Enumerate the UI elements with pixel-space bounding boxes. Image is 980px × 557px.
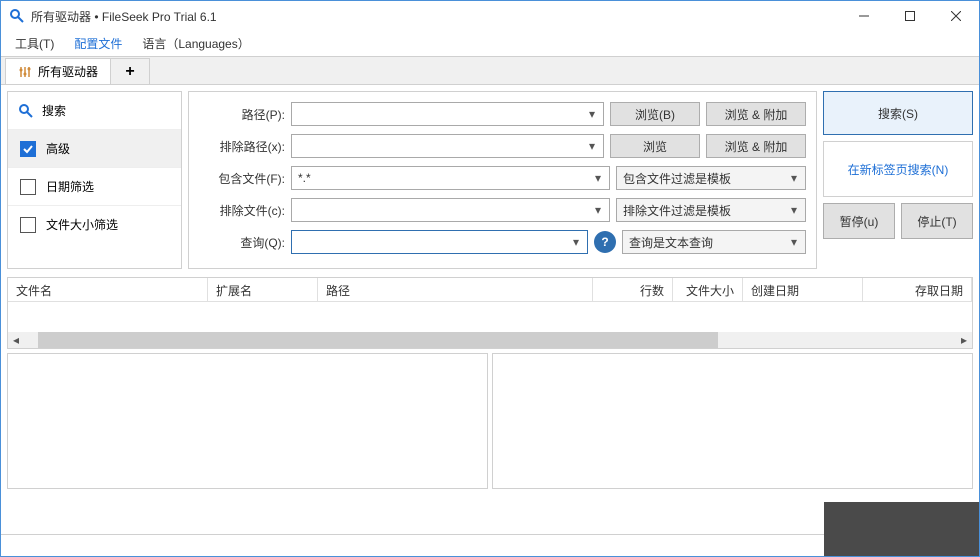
app-icon (9, 8, 25, 24)
sidebar-search-label: 搜索 (42, 102, 66, 119)
main-area: 搜索 高级 日期筛选 文件大小筛选 路径(P): ▾ 浏览(B) 浏览 & 附加 (1, 85, 979, 269)
close-button[interactable] (933, 1, 979, 31)
chevron-down-icon: ▾ (569, 235, 583, 249)
sidebar: 搜索 高级 日期筛选 文件大小筛选 (7, 91, 182, 269)
search-icon (18, 103, 34, 119)
results-header: 文件名 扩展名 路径 行数 文件大小 创建日期 存取日期 (8, 278, 972, 302)
title-bar: 所有驱动器 • FileSeek Pro Trial 6.1 (1, 1, 979, 31)
exclude-template-select[interactable]: 排除文件过滤是模板 ▾ (616, 198, 806, 222)
col-ext[interactable]: 扩展名 (208, 278, 318, 301)
window-controls (841, 1, 979, 31)
col-created[interactable]: 创建日期 (743, 278, 863, 301)
exclude-path-label: 排除路径(x): (199, 138, 285, 155)
query-label: 查询(Q): (199, 234, 285, 251)
stop-button[interactable]: 停止(T) (901, 203, 973, 239)
pause-button[interactable]: 暂停(u) (823, 203, 895, 239)
exclude-path-input[interactable]: ▾ (291, 134, 604, 158)
search-newtab-button[interactable]: 在新标签页搜索(N) (823, 141, 973, 197)
scroll-left-icon[interactable]: ◂ (8, 332, 24, 348)
horizontal-scrollbar[interactable]: ◂ ▸ (8, 332, 972, 348)
browse-path-button[interactable]: 浏览(B) (610, 102, 700, 126)
include-files-input[interactable]: *.* ▾ (291, 166, 610, 190)
scroll-right-icon[interactable]: ▸ (956, 332, 972, 348)
include-template-select[interactable]: 包含文件过滤是模板 ▾ (616, 166, 806, 190)
chevron-down-icon: ▾ (591, 203, 605, 217)
sidebar-item-datefilter[interactable]: 日期筛选 (8, 167, 181, 205)
chevron-down-icon: ▾ (787, 203, 801, 217)
menu-bar: 工具(T) 配置文件 语言（Languages） (1, 31, 979, 57)
search-button[interactable]: 搜索(S) (823, 91, 973, 135)
preview-pane-left (7, 353, 488, 489)
col-filename[interactable]: 文件名 (8, 278, 208, 301)
sidebar-item-sizefilter[interactable]: 文件大小筛选 (8, 205, 181, 243)
col-path[interactable]: 路径 (318, 278, 593, 301)
path-input[interactable]: ▾ (291, 102, 604, 126)
scroll-thumb[interactable] (38, 332, 718, 348)
preview-pane-right (492, 353, 973, 489)
checkbox-icon[interactable] (20, 217, 36, 233)
overlay-corner (824, 502, 979, 556)
tab-all-drives[interactable]: 所有驱动器 (5, 58, 111, 84)
tab-label: 所有驱动器 (38, 63, 98, 80)
chevron-down-icon: ▾ (585, 107, 599, 121)
path-label: 路径(P): (199, 106, 285, 123)
checkbox-icon[interactable] (20, 179, 36, 195)
action-panel: 搜索(S) 在新标签页搜索(N) 暂停(u) 停止(T) (823, 91, 973, 269)
browse-exclude-button[interactable]: 浏览 (610, 134, 700, 158)
scroll-track[interactable] (24, 332, 956, 348)
sidebar-sizefilter-label: 文件大小筛选 (46, 216, 118, 233)
plus-icon: + (125, 63, 134, 81)
menu-language[interactable]: 语言（Languages） (134, 32, 257, 55)
form-panel: 路径(P): ▾ 浏览(B) 浏览 & 附加 排除路径(x): ▾ 浏览 浏览 … (188, 91, 817, 269)
browse-append-exclude-button[interactable]: 浏览 & 附加 (706, 134, 806, 158)
window-title: 所有驱动器 • FileSeek Pro Trial 6.1 (31, 8, 841, 25)
preview-panes (7, 353, 973, 489)
col-size[interactable]: 文件大小 (673, 278, 743, 301)
include-files-label: 包含文件(F): (199, 170, 285, 187)
chevron-down-icon: ▾ (585, 139, 599, 153)
menu-profiles[interactable]: 配置文件 (66, 32, 130, 55)
menu-tools[interactable]: 工具(T) (7, 32, 62, 55)
minimize-button[interactable] (841, 1, 887, 31)
chevron-down-icon: ▾ (591, 171, 605, 185)
col-accessed[interactable]: 存取日期 (863, 278, 972, 301)
checkbox-checked-icon[interactable] (20, 141, 36, 157)
help-icon[interactable]: ? (594, 231, 616, 253)
exclude-files-input[interactable]: ▾ (291, 198, 610, 222)
chevron-down-icon: ▾ (787, 235, 801, 249)
col-lines[interactable]: 行数 (593, 278, 673, 301)
sidebar-item-advanced[interactable]: 高级 (8, 129, 181, 167)
maximize-button[interactable] (887, 1, 933, 31)
sidebar-advanced-label: 高级 (46, 140, 70, 157)
exclude-files-label: 排除文件(c): (199, 202, 285, 219)
chevron-down-icon: ▾ (787, 171, 801, 185)
results-grid: 文件名 扩展名 路径 行数 文件大小 创建日期 存取日期 ◂ ▸ (7, 277, 973, 349)
sidebar-datefilter-label: 日期筛选 (46, 178, 94, 195)
browse-append-path-button[interactable]: 浏览 & 附加 (706, 102, 806, 126)
query-input[interactable]: ▾ (291, 230, 588, 254)
sidebar-head-search[interactable]: 搜索 (8, 92, 181, 129)
query-mode-select[interactable]: 查询是文本查询 ▾ (622, 230, 806, 254)
tab-add[interactable]: + (110, 58, 150, 84)
tab-strip: 所有驱动器 + (1, 57, 979, 85)
sliders-icon (18, 65, 32, 79)
